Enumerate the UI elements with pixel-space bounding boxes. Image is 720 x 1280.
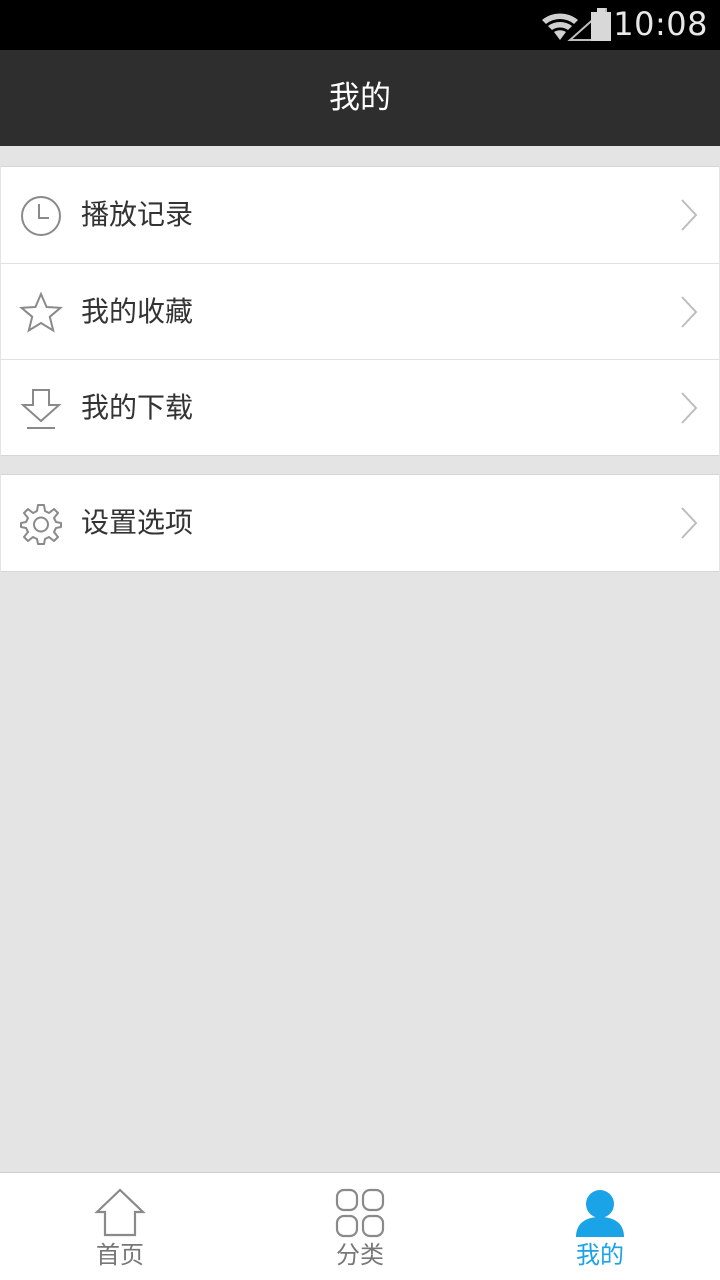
- menu-item-downloads[interactable]: 我的下载: [1, 359, 719, 455]
- grid-icon: [335, 1188, 385, 1238]
- menu-item-favorites[interactable]: 我的收藏: [1, 263, 719, 359]
- battery-icon: [591, 8, 611, 41]
- menu-group-1: 播放记录 我的收藏 我的下载: [1, 166, 719, 456]
- wifi-icon: [542, 13, 578, 40]
- menu-item-label: 设置选项: [81, 506, 194, 539]
- status-time: 10:08: [613, 5, 708, 43]
- app-header: 我的: [0, 50, 720, 146]
- menu-item-settings[interactable]: 设置选项: [1, 475, 719, 571]
- chevron-right-icon: [681, 296, 698, 328]
- page-title: 我的: [329, 80, 391, 116]
- gear-icon: [20, 504, 62, 545]
- home-icon: [94, 1188, 146, 1237]
- star-icon: [19, 291, 63, 333]
- menu-item-play-history[interactable]: 播放记录: [1, 167, 719, 263]
- tab-home[interactable]: 首页: [0, 1173, 240, 1280]
- bottom-nav: 首页 分类 我的: [0, 1172, 720, 1280]
- menu-item-label: 我的下载: [81, 391, 194, 424]
- tab-mine-label: 我的: [576, 1241, 624, 1269]
- menu-item-label: 播放记录: [81, 198, 194, 231]
- status-bar: 10:08: [0, 0, 720, 50]
- chevron-right-icon: [681, 199, 698, 231]
- user-icon: [576, 1190, 624, 1237]
- menu-item-label: 我的收藏: [81, 295, 194, 328]
- clock-icon: [21, 196, 61, 236]
- menu-group-2: 设置选项: [1, 474, 719, 572]
- tab-category-label: 分类: [336, 1241, 384, 1269]
- tab-home-label: 首页: [96, 1241, 144, 1269]
- download-icon: [20, 389, 62, 429]
- chevron-right-icon: [681, 392, 698, 424]
- tab-mine[interactable]: 我的: [480, 1173, 720, 1280]
- chevron-right-icon: [681, 507, 698, 539]
- tab-category[interactable]: 分类: [240, 1173, 480, 1280]
